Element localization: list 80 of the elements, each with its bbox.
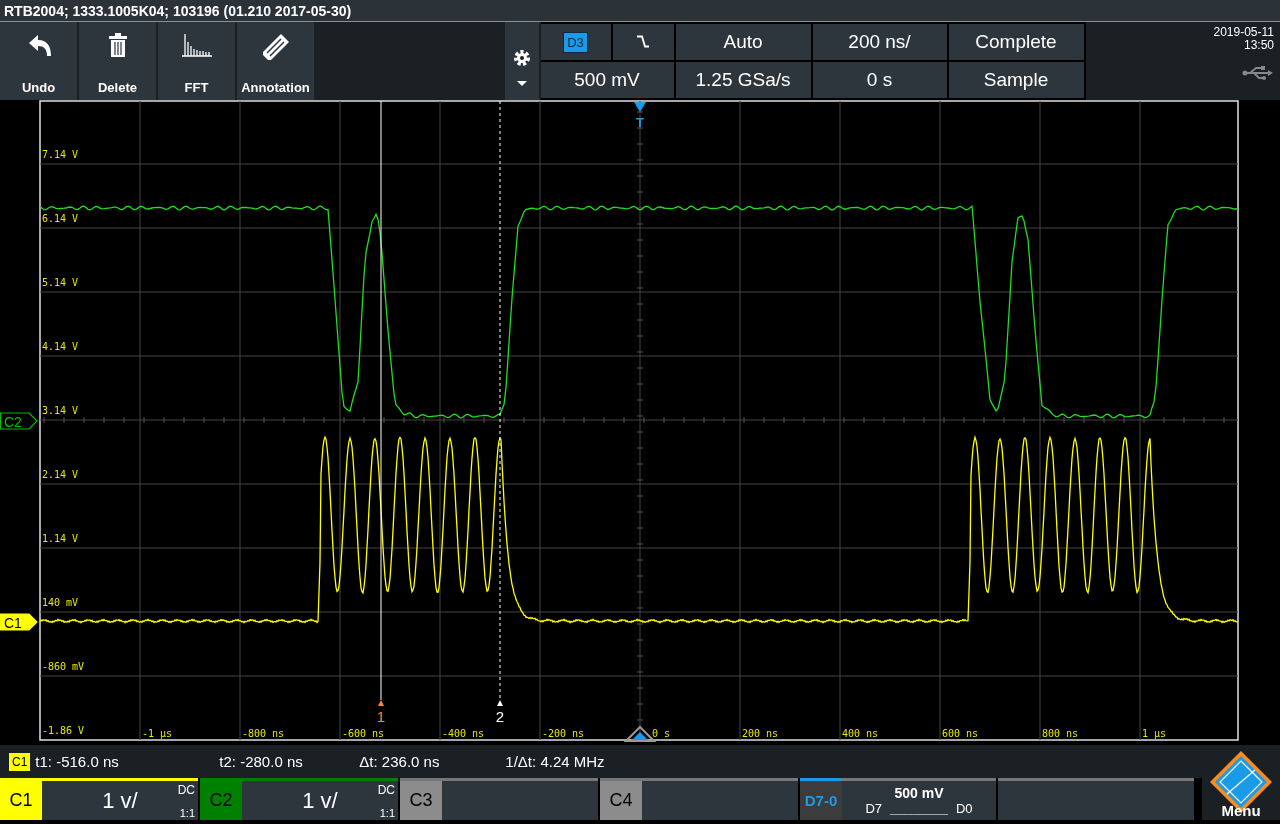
position-cell[interactable]: 0 s (812, 62, 947, 98)
axis-label: 6.14 V (42, 213, 79, 224)
trigger-marker[interactable] (634, 102, 646, 112)
channel-button[interactable]: C3 (400, 778, 442, 820)
channel-panel[interactable]: 1 v/ DC 1:1 (242, 778, 398, 820)
axis-label: 140 mV (42, 597, 79, 608)
scale-text: 1 v/ (302, 787, 338, 814)
axis-label: -400 ns (442, 728, 485, 739)
axis-label: 400 ns (842, 728, 879, 739)
bit-label: D0 (955, 801, 973, 816)
cursor-reading: t1: -516.0 ns (35, 753, 120, 770)
cursor-reading: t2: -280.0 ns (219, 753, 304, 770)
axis-label: 7.14 V (42, 149, 79, 160)
cursor-label: 1 (376, 708, 386, 725)
trigger-level-cell[interactable]: 500 mV (540, 62, 674, 98)
mode-cell[interactable]: Sample (948, 62, 1084, 98)
axis-label: -1.86 V (42, 725, 85, 736)
date-text: 2019-05-11 (1213, 26, 1274, 39)
usb-icon (1242, 66, 1274, 80)
trash-icon (107, 32, 128, 58)
axis-label: -800 ns (242, 728, 285, 739)
cursor-reading: 1/Δt: 4.24 MHz (505, 753, 605, 770)
source-badge: D3 (563, 31, 588, 53)
channel-marker[interactable]: C1 (0, 613, 38, 631)
trigger-label: T (636, 115, 644, 130)
trigger-source-cell[interactable]: D3 (540, 24, 611, 60)
axis-label: 3.14 V (42, 405, 79, 416)
bit-label: D7 (865, 801, 883, 816)
cursor-handle-icon[interactable] (378, 700, 384, 706)
cursor-label: 2 (495, 708, 505, 725)
axis-label: -1 µs (142, 728, 173, 739)
menu-button[interactable]: Menu (1202, 745, 1280, 820)
channel-panel[interactable]: 1 v/ DC 1:1 (42, 778, 198, 820)
channel-panel[interactable]: 500 mV D7 ________ D0 (842, 778, 996, 820)
bus-line: ________ (890, 801, 948, 816)
coupling-text: DC (377, 783, 395, 797)
axis-label: 600 ns (942, 728, 979, 739)
logo-icon (1209, 750, 1273, 814)
probe-text: 1:1 (179, 807, 195, 819)
pencil-icon (260, 32, 291, 62)
axis-label: 800 ns (1042, 728, 1079, 739)
channel-button[interactable]: C1 (0, 778, 42, 820)
time-text: 13:50 (1243, 39, 1274, 52)
timebase-cell[interactable]: 200 ns/ (812, 24, 947, 60)
scale-text: 1 v/ (102, 787, 138, 814)
channel-button[interactable]: C2 (200, 778, 242, 820)
toolbar-button[interactable]: Annotation (237, 22, 314, 100)
toolbar-button[interactable]: Delete (79, 22, 156, 100)
axis-label: 5.14 V (42, 277, 79, 288)
trigger-position-icon[interactable] (623, 725, 657, 742)
axis-label: 1.14 V (42, 533, 79, 544)
channel-marker[interactable]: C2 (0, 412, 38, 430)
coupling-text: DC (177, 783, 195, 797)
axis-label: -600 ns (342, 728, 385, 739)
spectrum-icon (180, 32, 213, 58)
threshold-text: 500 mV (894, 785, 944, 801)
cursor-line[interactable] (499, 100, 501, 701)
axis-label: 1 µs (1142, 728, 1167, 739)
channel-button[interactable]: D7-0 (800, 778, 842, 820)
trigger-slope-cell[interactable] (612, 24, 674, 60)
toolbar-button[interactable]: Undo (0, 22, 77, 100)
axis-label: 2.14 V (42, 469, 79, 480)
axis-label: 0 s (652, 728, 671, 739)
falling-edge-icon (636, 35, 650, 49)
trigger-mode-cell[interactable]: Auto (675, 24, 811, 60)
acquisition-cell[interactable]: Complete (948, 24, 1084, 60)
toolbar-button[interactable]: FFT (158, 22, 235, 100)
window-title: RTB2004; 1333.1005K04; 103196 (01.210 2017-05-30) (4, 2, 352, 19)
axis-label: -860 mV (42, 661, 85, 672)
cursor-reading: Δt: 236.0 ns (359, 753, 441, 770)
dropdown-icon[interactable] (516, 81, 527, 87)
sample-rate-cell[interactable]: 1.25 GSa/s (675, 62, 811, 98)
settings-icon[interactable] (512, 49, 531, 67)
channel-button[interactable]: C4 (600, 778, 642, 820)
source-badge: C1 (9, 752, 31, 771)
axis-label: -200 ns (542, 728, 585, 739)
cursor-handle-icon[interactable] (497, 700, 503, 706)
axis-label: 4.14 V (42, 341, 79, 352)
axis-label: 200 ns (742, 728, 779, 739)
probe-text: 1:1 (379, 807, 395, 819)
